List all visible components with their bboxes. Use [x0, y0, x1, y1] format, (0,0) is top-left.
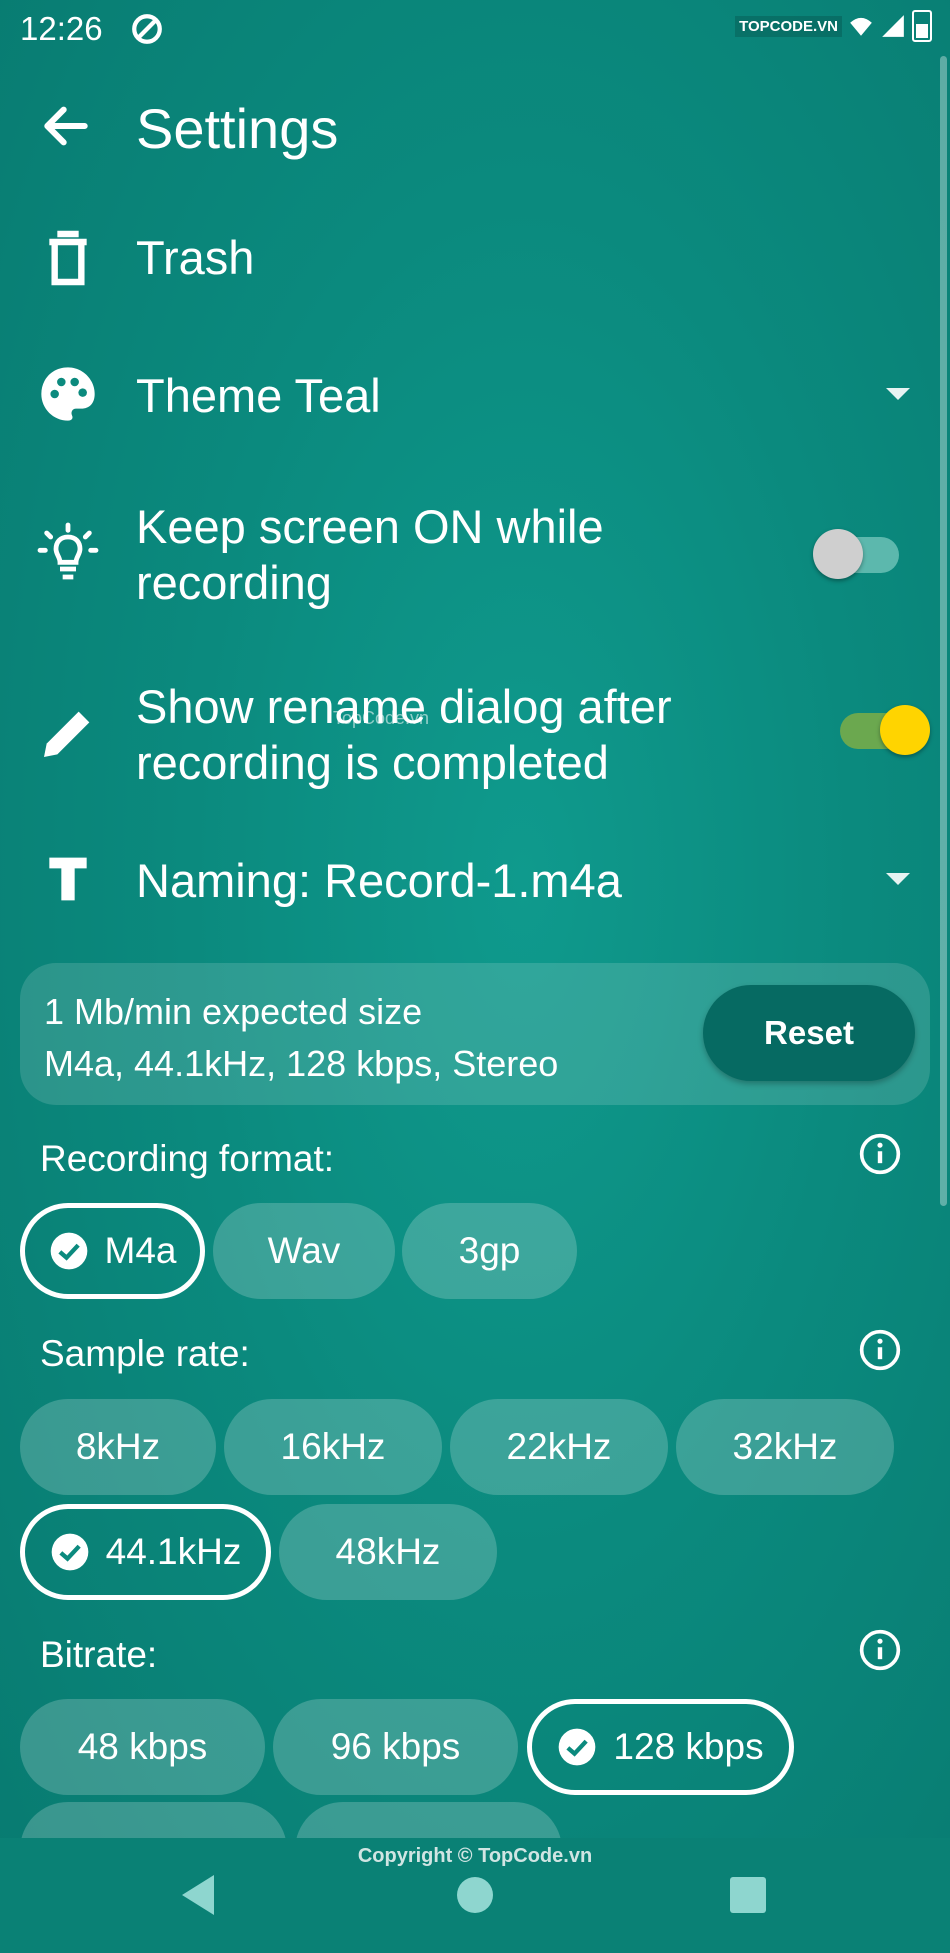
text-format-icon	[49, 857, 87, 901]
rename-dialog-row[interactable]: Show rename dialog after recording is co…	[0, 675, 950, 795]
bitrate-label: Bitrate:	[40, 1634, 158, 1675]
check-circle-icon	[51, 1533, 88, 1571]
format-summary-text: M4a, 44.1kHz, 128 kbps, Stereo	[44, 1043, 559, 1084]
battery-icon	[912, 10, 932, 42]
rename-dialog-toggle[interactable]	[840, 705, 930, 755]
reset-button[interactable]: Reset	[703, 985, 915, 1081]
watermark-logo: TOPCODE.VN	[735, 15, 842, 37]
naming-label: Naming: Record-1.m4a	[136, 854, 622, 907]
info-icon[interactable]	[858, 1628, 902, 1672]
chip-label: 3gp	[458, 1230, 521, 1271]
keep-screen-row[interactable]: Keep screen ON while recording	[0, 495, 950, 615]
trash-row[interactable]: Trash	[0, 222, 950, 294]
check-circle-icon	[559, 1728, 596, 1766]
nav-home-icon[interactable]	[457, 1877, 493, 1913]
chip-label: 32kHz	[732, 1426, 838, 1467]
page-title: Settings	[136, 97, 339, 160]
theme-label: Theme Teal	[136, 369, 381, 422]
watermark-text: TopCode.vn	[333, 708, 430, 728]
rename-dialog-label-line2: recording is completed	[136, 736, 609, 789]
format-chip-m4a[interactable]: M4a	[20, 1203, 205, 1299]
recording-format-label: Recording format:	[40, 1138, 335, 1179]
sample-rate-label: Sample rate:	[40, 1333, 250, 1374]
chip-label: 48 kbps	[77, 1726, 208, 1767]
chip-label: 8kHz	[75, 1426, 161, 1467]
wifi-icon	[850, 17, 872, 36]
info-icon[interactable]	[858, 1132, 902, 1176]
theme-selector[interactable]: Theme Teal	[0, 360, 950, 432]
lightbulb-icon	[37, 522, 99, 580]
format-chip-3gp[interactable]: 3gp	[402, 1203, 577, 1299]
keep-screen-toggle[interactable]	[813, 529, 899, 579]
chip-label: M4a	[104, 1230, 177, 1271]
chip-label: 22kHz	[506, 1426, 612, 1467]
format-chip-wav[interactable]: Wav	[213, 1203, 395, 1299]
keep-screen-label-line2: recording	[136, 556, 332, 609]
nav-recents-icon[interactable]	[730, 1877, 766, 1913]
keep-screen-label-line1: Keep screen ON while	[136, 500, 604, 553]
sample-rate-chip-48khz[interactable]: 48kHz	[279, 1504, 497, 1600]
app-header: Settings	[0, 80, 950, 180]
sample-rate-chip-32khz[interactable]: 32kHz	[676, 1399, 894, 1495]
sync-icon	[132, 14, 162, 44]
bitrate-chip-128kbps[interactable]: 128 kbps	[527, 1699, 794, 1795]
chip-label: 16kHz	[280, 1426, 386, 1467]
bitrate-chip-96kbps[interactable]: 96 kbps	[273, 1699, 518, 1795]
status-icons: TOPCODE.VN	[735, 10, 932, 42]
sample-rate-chip-8khz[interactable]: 8kHz	[20, 1399, 216, 1495]
pencil-icon	[44, 711, 90, 757]
toggle-knob	[813, 529, 863, 579]
chevron-down-icon	[886, 388, 910, 400]
nav-back-icon[interactable]	[178, 1873, 218, 1917]
chevron-down-icon	[886, 873, 910, 885]
toggle-knob	[880, 705, 930, 755]
sample-rate-chip-22khz[interactable]: 22kHz	[450, 1399, 668, 1495]
status-time: 12:26	[20, 10, 103, 47]
info-icon[interactable]	[858, 1328, 902, 1372]
back-arrow-icon[interactable]	[38, 98, 94, 154]
signal-icon	[882, 15, 904, 37]
expected-size-text: 1 Mb/min expected size	[44, 991, 423, 1032]
chip-label: 96 kbps	[330, 1726, 461, 1767]
expected-size-card: 1 Mb/min expected size M4a, 44.1kHz, 128…	[20, 963, 930, 1105]
trash-icon	[49, 230, 87, 286]
check-circle-icon	[50, 1232, 87, 1270]
trash-label: Trash	[136, 231, 255, 284]
sample-rate-chip-44-1khz[interactable]: 44.1kHz	[20, 1504, 271, 1600]
palette-icon	[41, 367, 95, 421]
naming-selector[interactable]: Naming: Record-1.m4a	[0, 845, 950, 917]
sample-rate-chip-16khz[interactable]: 16kHz	[224, 1399, 442, 1495]
bitrate-chip-48kbps[interactable]: 48 kbps	[20, 1699, 265, 1795]
copyright-text: Copyright © TopCode.vn	[357, 1845, 593, 1867]
chip-label: 48kHz	[335, 1531, 441, 1572]
chip-label: 44.1kHz	[105, 1531, 242, 1572]
status-bar: 12:26 TOPCODE.VN	[0, 0, 950, 56]
chip-label: 128 kbps	[613, 1726, 764, 1767]
chip-label: Wav	[267, 1230, 341, 1271]
